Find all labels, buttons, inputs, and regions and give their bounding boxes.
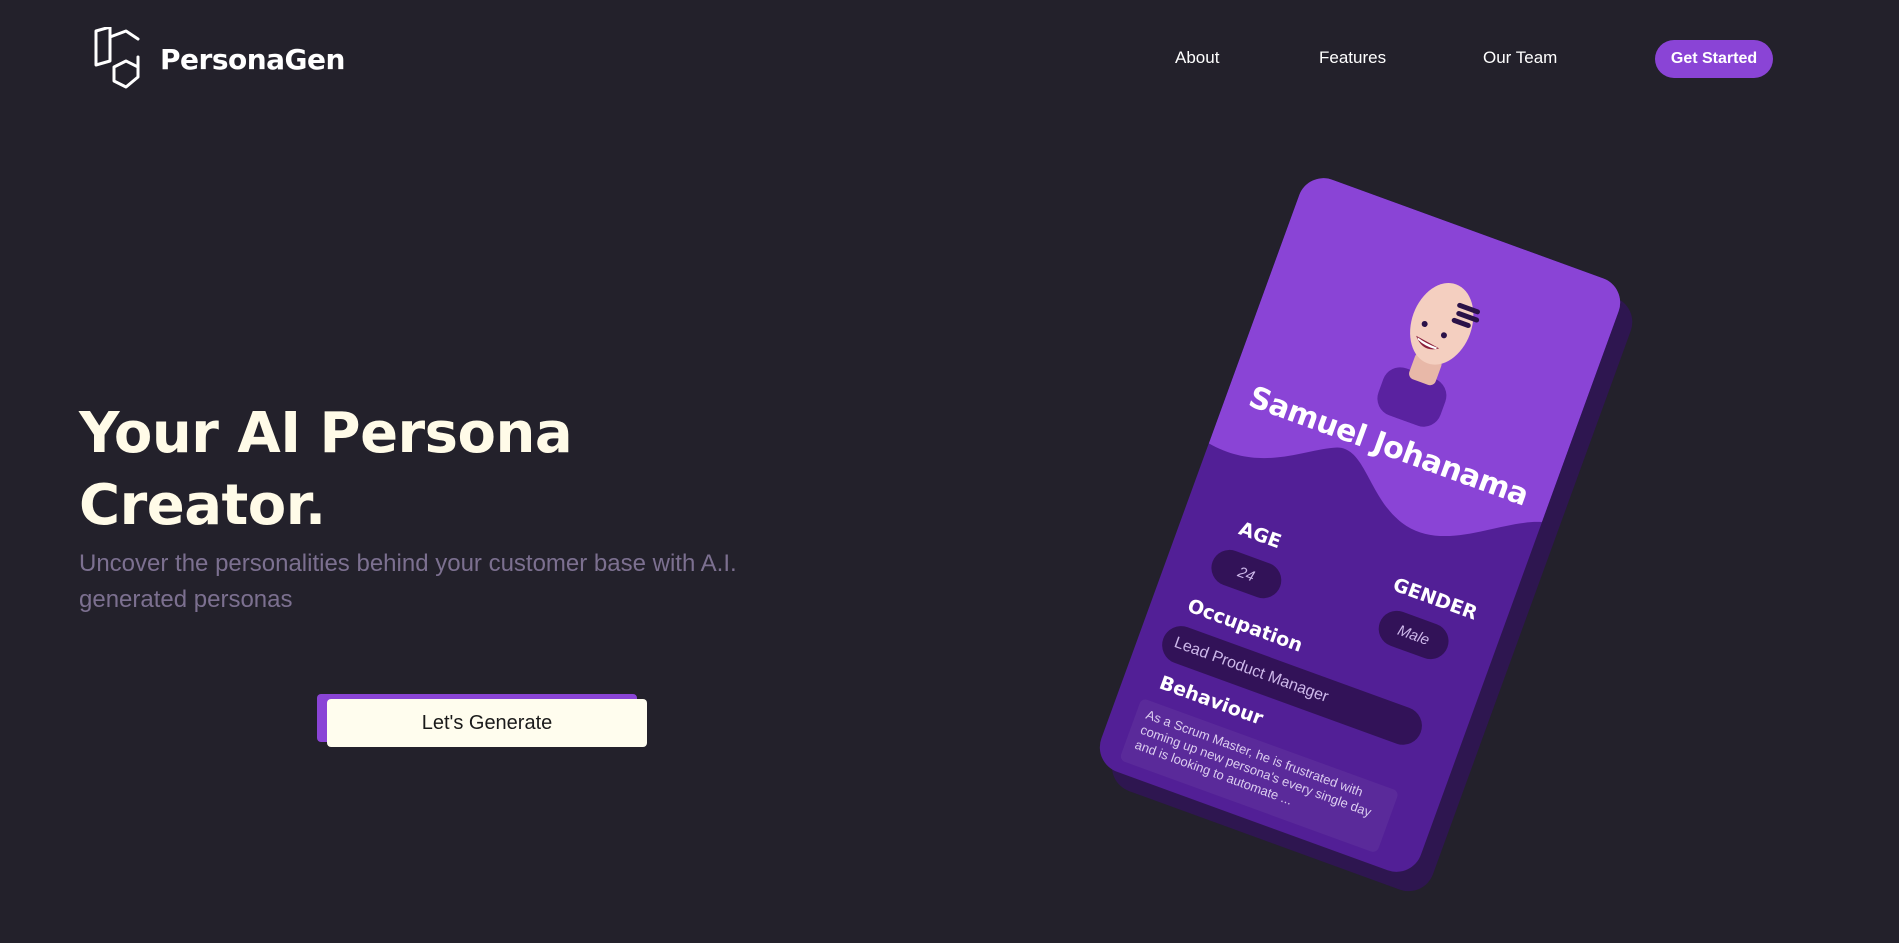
gender-value: Male bbox=[1373, 605, 1454, 665]
hero-subtitle: Uncover the personalities behind your cu… bbox=[79, 550, 737, 613]
nav-about-link[interactable]: About bbox=[1175, 48, 1219, 68]
lets-generate-button[interactable]: Let's Generate bbox=[327, 699, 647, 747]
nav-our-team-link[interactable]: Our Team bbox=[1483, 48, 1557, 68]
generate-button-group: Let's Generate bbox=[317, 694, 649, 750]
nav-features-link[interactable]: Features bbox=[1319, 48, 1386, 68]
age-label: AGE bbox=[1235, 517, 1285, 554]
get-started-button[interactable]: Get Started bbox=[1655, 40, 1773, 78]
hero-title: Your AI Persona Creator. bbox=[79, 401, 573, 538]
top-nav: About Features Our Team Get Started bbox=[0, 40, 1899, 78]
persona-card-illustration: Samuel Johanama AGE 24 GENDER Male Occup… bbox=[1092, 170, 1640, 899]
age-value: 24 bbox=[1206, 544, 1287, 604]
landing-page: PersonaGen About Features Our Team Get S… bbox=[0, 0, 1899, 943]
